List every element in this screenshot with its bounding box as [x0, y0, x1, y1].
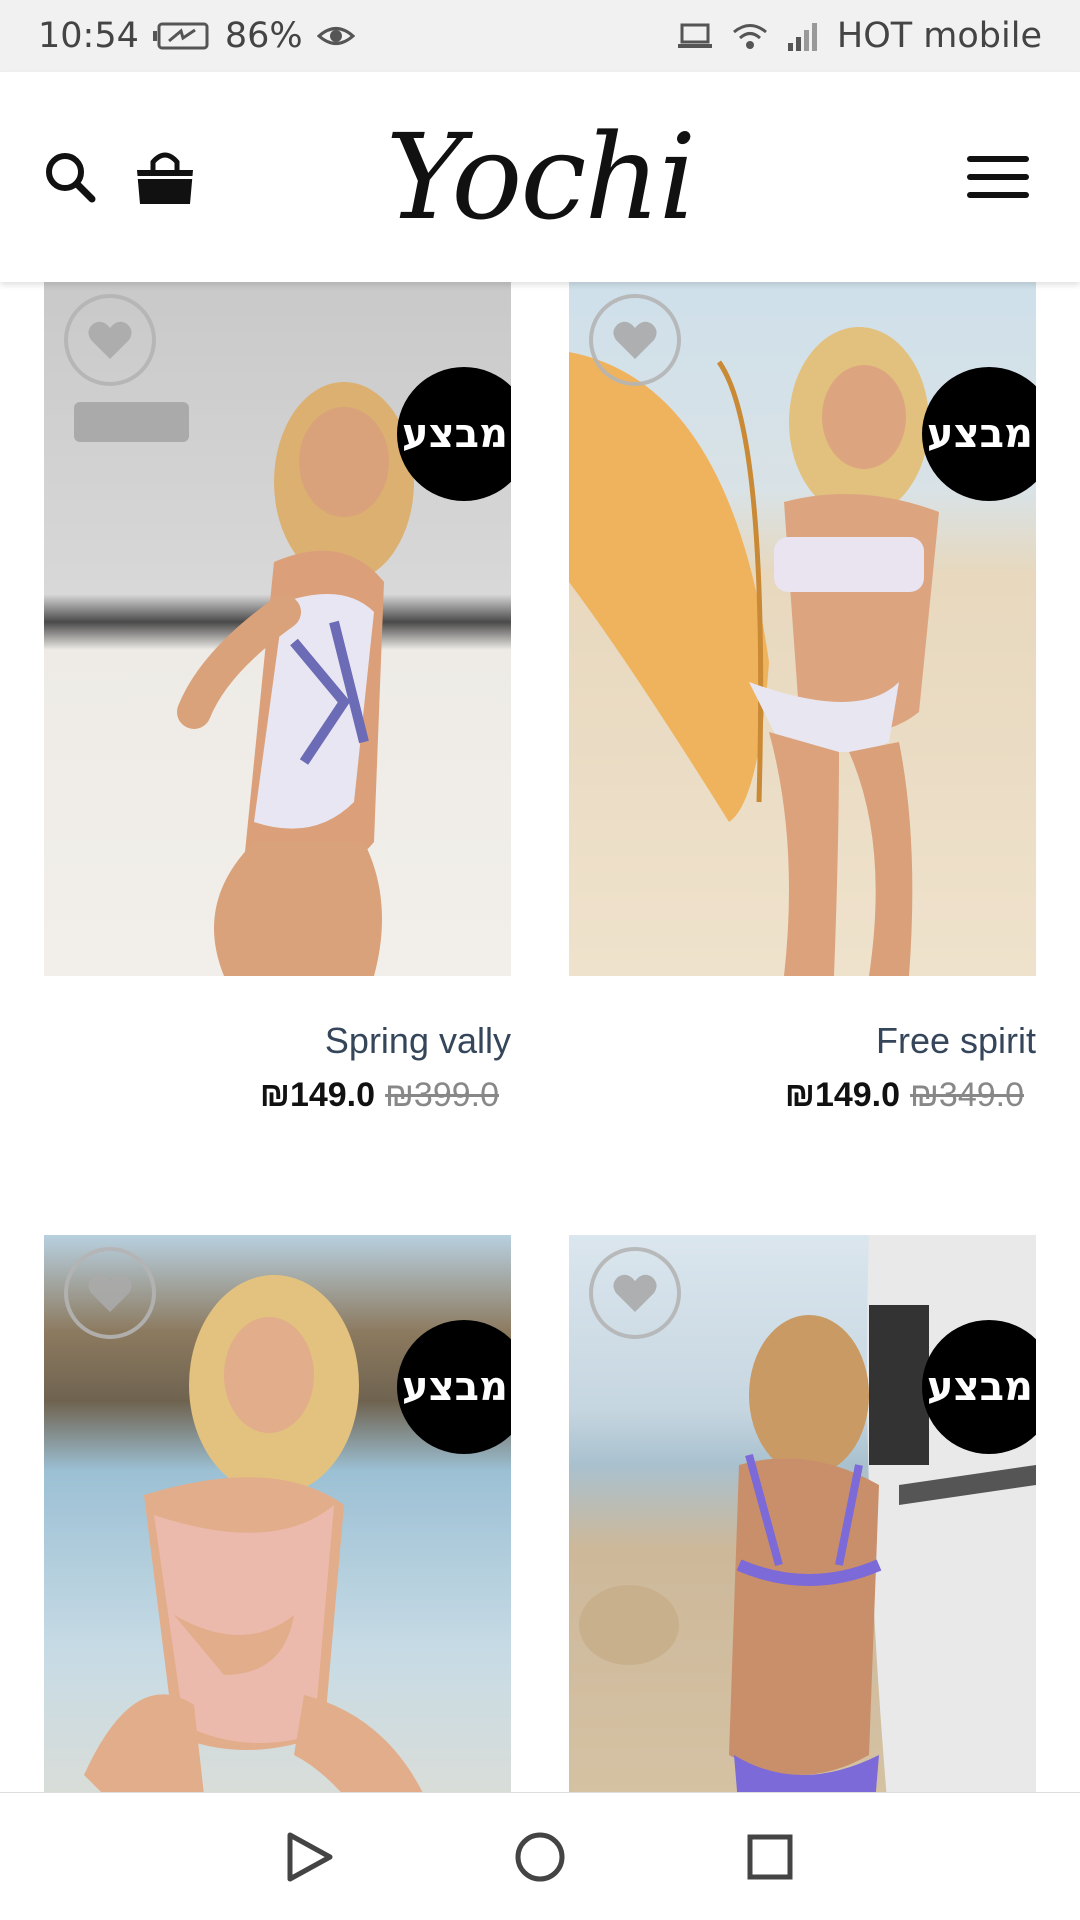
site-logo[interactable]: Yochi: [0, 72, 1080, 282]
product-card[interactable]: מבצע!: [44, 1235, 511, 1792]
back-triangle-icon: [287, 1832, 333, 1881]
product-image[interactable]: מבצע!: [569, 1235, 1036, 1792]
home-circle-icon: [515, 1832, 565, 1881]
recents-square-icon: [747, 1834, 793, 1879]
product-image[interactable]: מבצע!: [569, 282, 1036, 976]
system-nav-bar: [0, 1792, 1080, 1920]
original-price: ₪349.0: [910, 1076, 1024, 1114]
product-price: ₪149.0 ₪399.0: [44, 1076, 511, 1115]
status-bar: 10:54 86% HOT mobile: [0, 0, 1080, 72]
wifi-icon: [731, 21, 769, 51]
product-grid: מבצע! Spring vally ₪149.0₪399.0 מבצע: [0, 282, 1080, 1792]
site-header: Yochi: [0, 72, 1080, 282]
wishlist-button[interactable]: [589, 1247, 681, 1339]
heart-icon: [88, 1274, 132, 1312]
product-card[interactable]: מבצע!: [569, 1235, 1036, 1792]
product-price: ₪149.0 ₪349.0: [569, 1076, 1036, 1115]
eye-icon: [316, 21, 355, 51]
menu-button[interactable]: [966, 72, 1030, 282]
battery-level: 86%: [224, 16, 303, 56]
recents-button[interactable]: [730, 1817, 810, 1897]
heart-icon: [613, 321, 657, 359]
wishlist-button[interactable]: [64, 1247, 156, 1339]
wishlist-button[interactable]: [64, 294, 156, 386]
heart-icon: [88, 321, 132, 359]
heart-icon: [613, 1274, 657, 1312]
wishlist-button[interactable]: [589, 294, 681, 386]
hamburger-menu-icon: [967, 156, 1029, 198]
sale-price: ₪149.0: [259, 1076, 376, 1114]
signal-icon: [787, 21, 819, 51]
sale-price: ₪149.0: [784, 1076, 901, 1114]
carrier-name: HOT mobile: [836, 16, 1042, 56]
original-price: ₪399.0: [385, 1076, 499, 1114]
product-image[interactable]: מבצע!: [44, 1235, 511, 1792]
battery-saver-icon: [152, 21, 211, 51]
clock: 10:54: [38, 16, 139, 56]
back-button[interactable]: [270, 1817, 350, 1897]
home-button[interactable]: [500, 1817, 580, 1897]
product-name[interactable]: Spring vally: [44, 1020, 511, 1062]
product-card[interactable]: מבצע! Spring vally ₪149.0₪399.0: [44, 282, 511, 1115]
product-image[interactable]: מבצע!: [44, 282, 511, 976]
product-card[interactable]: מבצע! Free spirit ₪149.0₪349.0: [569, 282, 1036, 1115]
product-name[interactable]: Free spirit: [569, 1020, 1036, 1062]
laptop-icon: [677, 22, 713, 50]
